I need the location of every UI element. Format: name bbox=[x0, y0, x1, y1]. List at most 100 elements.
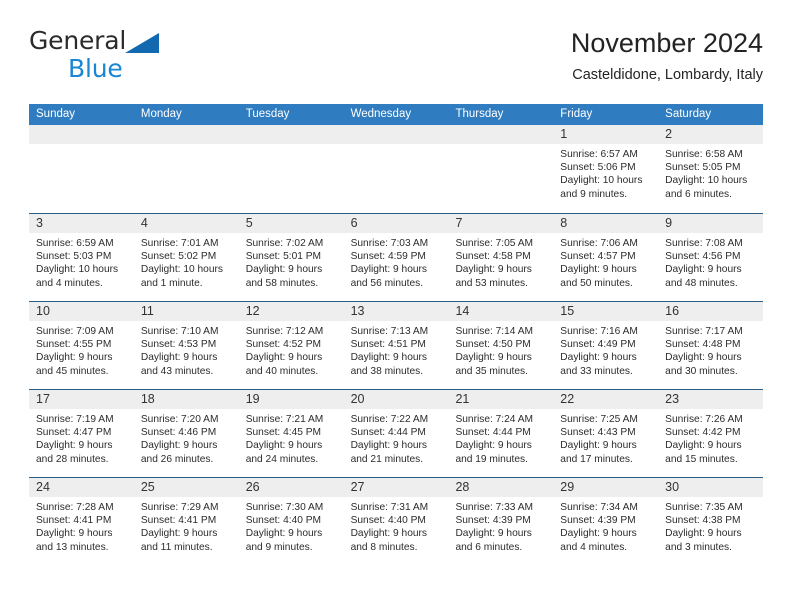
day-details: Sunrise: 7:31 AM Sunset: 4:40 PM Daylight:… bbox=[344, 497, 449, 554]
calendar-day-cell[interactable]: 14 Sunrise: 7:14 AM Sunset: 4:50 PM Dayligh… bbox=[448, 302, 554, 389]
calendar-cell-empty bbox=[343, 125, 449, 213]
title-block: November 2024 Casteldidone, Lombardy, It… bbox=[571, 26, 763, 86]
sunset-text: Sunset: 4:39 PM bbox=[455, 515, 531, 527]
sunset-text: Sunset: 4:47 PM bbox=[36, 427, 112, 439]
calendar-day-cell[interactable]: 30 Sunrise: 7:35 AM Sunset: 4:38 PM Dayligh… bbox=[658, 478, 764, 565]
calendar-day-cell[interactable]: 26 Sunrise: 7:30 AM Sunset: 4:40 PM Dayligh… bbox=[238, 478, 344, 565]
calendar-day-cell[interactable]: 21 Sunrise: 7:24 AM Sunset: 4:44 PM Dayligh… bbox=[448, 390, 554, 477]
calendar-day-cell[interactable]: 17 Sunrise: 7:19 AM Sunset: 4:47 PM Dayligh… bbox=[29, 390, 134, 477]
sunset-text: Sunset: 4:38 PM bbox=[665, 515, 741, 527]
day-number: 9 bbox=[658, 214, 764, 233]
sunrise-text: Sunrise: 7:12 AM bbox=[245, 326, 324, 337]
day-number: 11 bbox=[133, 302, 239, 321]
day-details: Sunrise: 7:16 AM Sunset: 4:49 PM Daylight:… bbox=[553, 321, 658, 378]
calendar-day-cell[interactable]: 8 Sunrise: 7:06 AM Sunset: 4:57 PM Daylight… bbox=[553, 214, 659, 301]
calendar-day-cell[interactable]: 29 Sunrise: 7:34 AM Sunset: 4:39 PM Dayligh… bbox=[553, 478, 659, 565]
calendar-day-cell[interactable]: 19 Sunrise: 7:21 AM Sunset: 4:45 PM Dayligh… bbox=[238, 390, 344, 477]
daylight-text: and 9 minutes. bbox=[245, 541, 313, 553]
daylight-text: and 1 minute. bbox=[140, 277, 203, 289]
day-number: 13 bbox=[343, 302, 449, 321]
calendar-day-cell[interactable]: 10 Sunrise: 7:09 AM Sunset: 4:55 PM Dayligh… bbox=[29, 302, 134, 389]
sunrise-text: Sunrise: 7:35 AM bbox=[665, 502, 743, 513]
daylight-text: and 6 minutes. bbox=[665, 188, 732, 200]
daylight-text: Daylight: 9 hours bbox=[350, 352, 428, 364]
calendar-page: General Blue November 2024 Casteldidone,… bbox=[0, 0, 792, 612]
calendar-day-cell[interactable]: 9 Sunrise: 7:08 AM Sunset: 4:56 PM Daylight… bbox=[658, 214, 764, 301]
calendar-day-cell[interactable]: 15 Sunrise: 7:16 AM Sunset: 4:49 PM Dayligh… bbox=[553, 302, 659, 389]
day-header-saturday: Saturday bbox=[665, 108, 712, 120]
daylight-text: and 43 minutes. bbox=[140, 365, 214, 377]
daylight-text: and 19 minutes. bbox=[455, 453, 528, 465]
sunrise-text: Sunrise: 7:14 AM bbox=[455, 326, 534, 337]
sunset-text: Sunset: 5:06 PM bbox=[560, 162, 636, 174]
daylight-text: and 50 minutes. bbox=[560, 277, 633, 289]
day-number: 28 bbox=[448, 478, 554, 497]
day-header-sunday: Sunday bbox=[36, 108, 76, 120]
calendar-day-cell[interactable]: 27 Sunrise: 7:31 AM Sunset: 4:40 PM Dayligh… bbox=[343, 478, 449, 565]
calendar-day-cell[interactable]: 18 Sunrise: 7:20 AM Sunset: 4:46 PM Dayligh… bbox=[133, 390, 239, 477]
daylight-text: Daylight: 9 hours bbox=[350, 440, 428, 452]
generalblue-logo[interactable]: General Blue bbox=[29, 26, 249, 86]
day-number: 4 bbox=[133, 214, 239, 233]
day-details bbox=[239, 144, 344, 148]
calendar-day-cell[interactable]: 11 Sunrise: 7:10 AM Sunset: 4:53 PM Dayligh… bbox=[133, 302, 239, 389]
day-details: Sunrise: 7:13 AM Sunset: 4:51 PM Daylight:… bbox=[344, 321, 449, 378]
daylight-text: Daylight: 9 hours bbox=[36, 528, 113, 540]
day-header-friday: Friday bbox=[560, 108, 593, 120]
sunset-text: Sunset: 4:41 PM bbox=[36, 515, 112, 527]
sunset-text: Sunset: 4:52 PM bbox=[245, 339, 322, 351]
day-number: 5 bbox=[238, 214, 344, 233]
day-details: Sunrise: 6:59 AM Sunset: 5:03 PM Daylight:… bbox=[29, 233, 134, 290]
day-details: Sunrise: 7:20 AM Sunset: 4:46 PM Daylight:… bbox=[134, 409, 239, 466]
calendar-day-cell[interactable]: 4 Sunrise: 7:01 AM Sunset: 5:02 PM Daylight… bbox=[133, 214, 239, 301]
daylight-text: and 26 minutes. bbox=[140, 453, 214, 465]
day-of-week-header-row: Sunday Monday Tuesday Wednesday Thursday Frid… bbox=[29, 104, 763, 125]
sunset-text: Sunset: 5:03 PM bbox=[36, 251, 112, 263]
daylight-text: Daylight: 9 hours bbox=[560, 440, 637, 452]
daylight-text: and 35 minutes. bbox=[455, 365, 528, 377]
day-number: 10 bbox=[29, 302, 134, 321]
daylight-text: and 58 minutes. bbox=[245, 277, 319, 289]
daylight-text: Daylight: 9 hours bbox=[455, 440, 532, 452]
calendar-day-cell[interactable]: 16 Sunrise: 7:17 AM Sunset: 4:48 PM Dayligh… bbox=[658, 302, 764, 389]
calendar-day-cell[interactable]: 20 Sunrise: 7:22 AM Sunset: 4:44 PM Dayligh… bbox=[343, 390, 449, 477]
calendar-day-cell[interactable]: 3 Sunrise: 6:59 AM Sunset: 5:03 PM Daylight… bbox=[29, 214, 134, 301]
sunset-text: Sunset: 5:01 PM bbox=[245, 251, 322, 263]
sunrise-text: Sunrise: 7:21 AM bbox=[245, 414, 324, 425]
logo-row-general: General bbox=[29, 26, 249, 56]
day-details: Sunrise: 7:25 AM Sunset: 4:43 PM Daylight:… bbox=[553, 409, 658, 466]
calendar-day-cell[interactable]: 5 Sunrise: 7:02 AM Sunset: 5:01 PM Daylight… bbox=[238, 214, 344, 301]
calendar-day-cell[interactable]: 22 Sunrise: 7:25 AM Sunset: 4:43 PM Dayligh… bbox=[553, 390, 659, 477]
logo-text-blue: Blue bbox=[68, 54, 123, 83]
daylight-text: Daylight: 9 hours bbox=[665, 440, 742, 452]
day-details: Sunrise: 7:10 AM Sunset: 4:53 PM Daylight:… bbox=[134, 321, 239, 378]
calendar-day-cell[interactable]: 1 Sunrise: 6:57 AM Sunset: 5:06 PM Daylight… bbox=[553, 125, 659, 213]
daylight-text: Daylight: 10 hours bbox=[36, 264, 119, 276]
calendar-day-cell[interactable]: 25 Sunrise: 7:29 AM Sunset: 4:41 PM Dayligh… bbox=[133, 478, 239, 565]
day-details: Sunrise: 7:08 AM Sunset: 4:56 PM Daylight:… bbox=[658, 233, 763, 290]
daylight-text: Daylight: 9 hours bbox=[140, 528, 218, 540]
day-number: 23 bbox=[658, 390, 764, 409]
day-details: Sunrise: 7:09 AM Sunset: 4:55 PM Daylight:… bbox=[29, 321, 134, 378]
daylight-text: and 28 minutes. bbox=[36, 453, 109, 465]
calendar-day-cell[interactable]: 6 Sunrise: 7:03 AM Sunset: 4:59 PM Daylight… bbox=[343, 214, 449, 301]
daylight-text: Daylight: 9 hours bbox=[350, 528, 428, 540]
sunrise-text: Sunrise: 7:34 AM bbox=[560, 502, 638, 513]
daylight-text: Daylight: 9 hours bbox=[455, 264, 532, 276]
calendar-day-cell[interactable]: 2 Sunrise: 6:58 AM Sunset: 5:05 PM Daylight… bbox=[658, 125, 764, 213]
sunrise-text: Sunrise: 7:06 AM bbox=[560, 238, 638, 249]
daylight-text: Daylight: 9 hours bbox=[36, 352, 113, 364]
calendar-day-cell[interactable]: 12 Sunrise: 7:12 AM Sunset: 4:52 PM Dayligh… bbox=[238, 302, 344, 389]
daylight-text: and 33 minutes. bbox=[560, 365, 633, 377]
day-number: 26 bbox=[238, 478, 344, 497]
calendar-day-cell[interactable]: 28 Sunrise: 7:33 AM Sunset: 4:39 PM Dayligh… bbox=[448, 478, 554, 565]
day-details bbox=[134, 144, 239, 148]
sunrise-text: Sunrise: 7:01 AM bbox=[140, 238, 219, 249]
calendar-day-cell[interactable]: 7 Sunrise: 7:05 AM Sunset: 4:58 PM Daylight… bbox=[448, 214, 554, 301]
calendar-day-cell[interactable]: 24 Sunrise: 7:28 AM Sunset: 4:41 PM Dayligh… bbox=[29, 478, 134, 565]
calendar-day-cell[interactable]: 23 Sunrise: 7:26 AM Sunset: 4:42 PM Dayligh… bbox=[658, 390, 764, 477]
day-number bbox=[238, 125, 344, 144]
sunrise-text: Sunrise: 7:28 AM bbox=[36, 502, 114, 513]
calendar-day-cell[interactable]: 13 Sunrise: 7:13 AM Sunset: 4:51 PM Dayligh… bbox=[343, 302, 449, 389]
day-details: Sunrise: 7:30 AM Sunset: 4:40 PM Daylight:… bbox=[239, 497, 344, 554]
